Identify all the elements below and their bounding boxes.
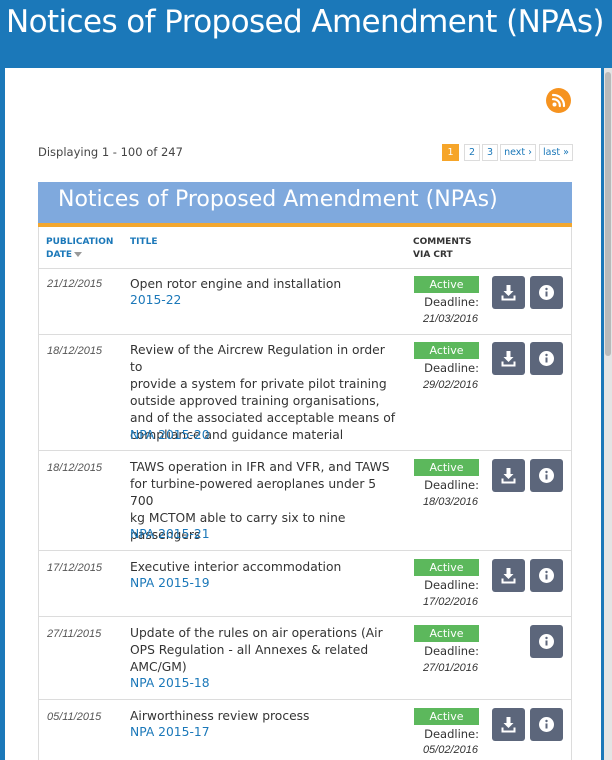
title-line: provide a system for private pilot train… (130, 377, 387, 391)
info-icon (539, 568, 554, 583)
column-comments-line2: VIA CRT (413, 250, 453, 260)
npa-reference-link[interactable]: NPA 2015-21 (130, 527, 210, 541)
page-frame-left (0, 68, 5, 760)
download-icon (501, 717, 516, 733)
column-publication-date-line1: PUBLICATION (46, 237, 114, 247)
row-divider (38, 334, 572, 335)
deadline-date: 05/02/2016 (422, 744, 478, 756)
deadline-label: Deadline: (424, 644, 479, 658)
publication-date: 27/11/2015 (47, 628, 102, 640)
publication-date: 05/11/2015 (47, 711, 102, 723)
column-comments: COMMENTS VIA CRT (413, 236, 471, 262)
npa-reference-link[interactable]: 2015-22 (130, 293, 181, 307)
pager-last[interactable]: last » (539, 144, 573, 161)
download-button[interactable] (492, 459, 525, 492)
column-publication-date-line2: DATE (46, 250, 73, 260)
info-icon (539, 468, 554, 483)
title-line: for turbine-powered aeroplanes under 5 7… (130, 477, 377, 508)
deadline-date: 21/03/2016 (422, 313, 478, 325)
row-divider (38, 616, 572, 617)
row-divider (38, 450, 572, 451)
title-line: outside approved training organisations, (130, 394, 380, 408)
row-divider (38, 268, 572, 269)
info-button[interactable] (530, 559, 563, 592)
npa-title[interactable]: Executive interior accommodation (130, 559, 400, 576)
publication-date: 17/12/2015 (47, 562, 103, 574)
npa-title[interactable]: Airworthiness review process (130, 708, 400, 725)
title-line: Review of the Aircrew Regulation in orde… (130, 343, 385, 374)
npa-reference-link[interactable]: NPA 2015-20 (130, 428, 210, 442)
info-icon (539, 285, 554, 300)
title-line: and of the associated acceptable means o… (130, 411, 396, 425)
download-icon (501, 568, 516, 584)
title-line: Airworthiness review process (130, 709, 310, 723)
info-button[interactable] (530, 276, 563, 309)
title-line: OPS Regulation - all Annexes & related (130, 643, 369, 657)
info-icon (539, 717, 554, 732)
download-button[interactable] (492, 708, 525, 741)
title-line: Executive interior accommodation (130, 560, 342, 574)
download-button[interactable] (492, 559, 525, 592)
deadline-label: Deadline: (424, 727, 479, 741)
column-publication-date[interactable]: PUBLICATION DATE (46, 236, 113, 262)
rss-feed-button[interactable] (546, 88, 571, 113)
status-badge: Active (414, 276, 479, 293)
deadline-label: Deadline: (424, 578, 479, 592)
info-button[interactable] (530, 459, 563, 492)
npa-title[interactable]: Update of the rules on air operations (A… (130, 625, 400, 676)
scrollbar-thumb[interactable] (605, 72, 611, 356)
rss-icon (551, 93, 566, 108)
info-icon (539, 634, 554, 649)
pager-page-2[interactable]: 2 (464, 144, 480, 161)
column-comments-line1: COMMENTS (413, 237, 472, 247)
status-badge: Active (414, 459, 479, 476)
npa-reference-link[interactable]: NPA 2015-19 (130, 576, 210, 590)
page-banner: Notices of Proposed Amendment (NPAs) (0, 0, 612, 68)
info-icon (539, 351, 554, 366)
deadline-label: Deadline: (424, 478, 479, 492)
publication-date: 18/12/2015 (47, 345, 103, 357)
sort-arrow-icon (74, 252, 83, 257)
deadline-date: 27/01/2016 (422, 662, 478, 674)
npa-title[interactable]: Open rotor engine and installation (130, 276, 400, 293)
title-line: Update of the rules on air operations (A… (130, 626, 383, 640)
deadline-label: Deadline: (424, 361, 479, 375)
result-count: Displaying 1 - 100 of 247 (38, 145, 183, 159)
deadline-date: 29/02/2016 (422, 379, 478, 391)
info-button[interactable] (530, 342, 563, 375)
page-title: Notices of Proposed Amendment (NPAs) (6, 4, 605, 40)
download-icon (501, 351, 516, 367)
deadline-date: 17/02/2016 (422, 596, 478, 608)
publication-date: 18/12/2015 (47, 462, 103, 474)
info-button[interactable] (530, 625, 563, 658)
table-heading: Notices of Proposed Amendment (NPAs) (58, 187, 498, 212)
download-icon (501, 285, 516, 301)
row-divider (38, 699, 572, 700)
pager-page-1[interactable]: 1 (442, 144, 459, 161)
table-heading-bar: Notices of Proposed Amendment (NPAs) (38, 182, 572, 227)
deadline-date: 18/03/2016 (422, 496, 478, 508)
download-icon (501, 468, 516, 484)
status-badge: Active (414, 708, 479, 725)
status-badge: Active (414, 625, 479, 642)
title-line: TAWS operation in IFR and VFR, and TAWS (130, 460, 390, 474)
pager-next[interactable]: next › (500, 144, 536, 161)
row-divider (38, 550, 572, 551)
npa-reference-link[interactable]: NPA 2015-18 (130, 676, 210, 690)
column-title[interactable]: TITLE (130, 236, 158, 249)
pager-page-3[interactable]: 3 (482, 144, 498, 161)
title-line: AMC/GM) (130, 660, 187, 674)
download-button[interactable] (492, 276, 525, 309)
deadline-label: Deadline: (424, 295, 479, 309)
npa-reference-link[interactable]: NPA 2015-17 (130, 725, 210, 739)
status-badge: Active (414, 559, 479, 576)
status-badge: Active (414, 342, 479, 359)
title-line: kg MCTOM able to carry six to nine (130, 511, 346, 525)
title-line: Open rotor engine and installation (130, 277, 342, 291)
download-button[interactable] (492, 342, 525, 375)
publication-date: 21/12/2015 (47, 278, 103, 290)
info-button[interactable] (530, 708, 563, 741)
